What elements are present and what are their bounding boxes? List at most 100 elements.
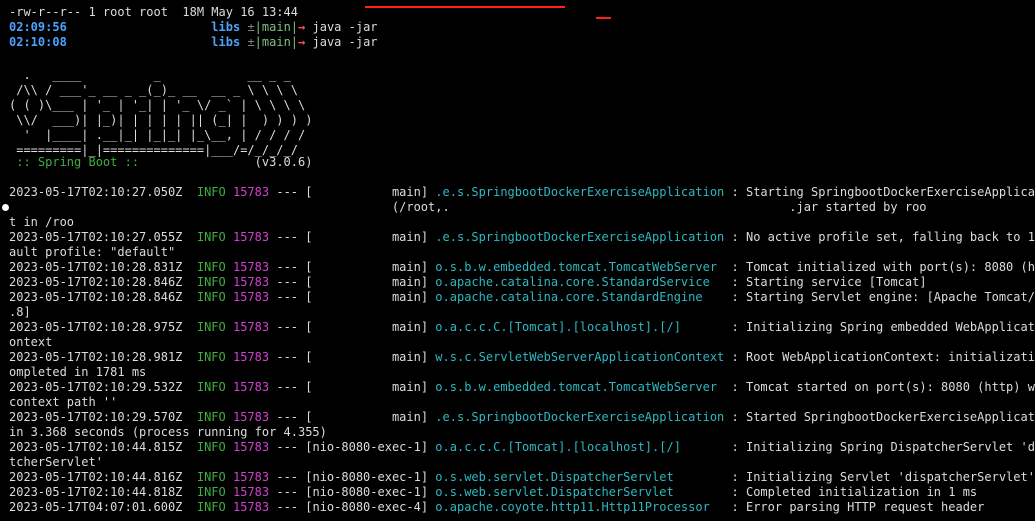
log-line: 2023-05-17T02:10:28.975Z INFO 15783 --- … (9, 320, 1035, 335)
log-timestamp: 2023-05-17T02:10:44.815Z (9, 440, 183, 454)
log-logger: .e.s.SpringbootDockerExerciseApplication (435, 230, 725, 244)
log-logger: o.s.b.w.embedded.tomcat.TomcatWebServer (435, 380, 725, 394)
log-thread: --- [ main] (276, 350, 429, 364)
prompt-dir: libs (211, 20, 241, 34)
log-timestamp: 2023-05-17T02:10:44.816Z (9, 470, 183, 484)
log-line: 2023-05-17T02:10:44.816Z INFO 15783 --- … (9, 470, 1035, 485)
log-message: : Tomcat initialized with port(s): 8080 … (731, 260, 1035, 274)
log-message: : Tomcat started on port(s): 8080 (http)… (731, 380, 1035, 394)
git-status-icon: ± (247, 35, 255, 49)
log-logger: o.a.c.c.C.[Tomcat].[localhost].[/] (435, 320, 725, 334)
log-level: INFO (196, 485, 226, 499)
log-thread: --- [ main] (276, 290, 429, 304)
log-logger: o.apache.coyote.http11.Http11Processor (435, 500, 725, 514)
log-line: 2023-05-17T02:10:28.846Z INFO 15783 --- … (9, 275, 927, 290)
log-pid: 15783 (232, 290, 270, 304)
log-message: : Initializing Servlet 'dispatcherServle… (731, 470, 1035, 484)
prompt-command: java -jar (312, 35, 378, 49)
scroll-marker-icon (2, 204, 9, 211)
prompt-line: 02:09:56 libs ±|main|→ java -jar (9, 20, 378, 35)
log-message: : Initializing Spring DispatcherServlet … (731, 440, 1035, 454)
prompt-dir: libs (211, 35, 241, 49)
log-continuation-line: .8] (9, 305, 31, 319)
log-line: 2023-05-17T02:10:44.818Z INFO 15783 --- … (9, 485, 977, 500)
log-timestamp: 2023-05-17T02:10:28.846Z (9, 290, 183, 304)
log-line: 2023-05-17T02:10:28.831Z INFO 15783 --- … (9, 260, 1035, 275)
log-timestamp: 2023-05-17T02:10:28.975Z (9, 320, 183, 334)
log-continuation-line: (/root,. .jar started by roo (9, 200, 927, 214)
log-thread: --- [nio-8080-exec-4] (276, 500, 429, 514)
log-line: 2023-05-17T02:10:28.981Z INFO 15783 --- … (9, 350, 1035, 365)
log-level: INFO (196, 320, 226, 334)
log-level: INFO (196, 380, 226, 394)
log-thread: --- [ main] (276, 260, 429, 274)
log-logger: o.s.web.servlet.DispatcherServlet (435, 485, 725, 499)
log-pid: 15783 (232, 260, 270, 274)
log-level: INFO (196, 470, 226, 484)
log-thread: --- [ main] (276, 380, 429, 394)
log-pid: 15783 (232, 185, 270, 199)
log-pid: 15783 (232, 275, 270, 289)
log-thread: --- [nio-8080-exec-1] (276, 440, 429, 454)
prompt-time: 02:09:56 (9, 20, 67, 34)
log-line: 2023-05-17T02:10:29.570Z INFO 15783 --- … (9, 410, 1035, 425)
log-timestamp: 2023-05-17T02:10:44.818Z (9, 485, 183, 499)
log-line: 2023-05-17T04:07:01.600Z INFO 15783 --- … (9, 500, 984, 515)
log-level: INFO (196, 185, 226, 199)
log-message: : Starting service [Tomcat] (731, 275, 927, 289)
log-logger: .e.s.SpringbootDockerExerciseApplication (435, 185, 725, 199)
log-timestamp: 2023-05-17T02:10:28.981Z (9, 350, 183, 364)
log-level: INFO (196, 290, 226, 304)
log-logger: w.s.c.ServletWebServerApplicationContext (435, 350, 725, 364)
log-line: 2023-05-17T02:10:44.815Z INFO 15783 --- … (9, 440, 1035, 455)
log-pid: 15783 (232, 380, 270, 394)
log-thread: --- [nio-8080-exec-1] (276, 470, 429, 484)
log-timestamp: 2023-05-17T02:10:27.050Z (9, 185, 183, 199)
log-pid: 15783 (232, 500, 270, 514)
log-level: INFO (196, 275, 226, 289)
git-status-icon: ± (247, 20, 255, 34)
log-line: 2023-05-17T02:10:27.050Z INFO 15783 --- … (9, 185, 1035, 200)
log-message: : No active profile set, falling back to… (731, 230, 1035, 244)
log-pid: 15783 (232, 470, 270, 484)
log-thread: --- [ main] (276, 410, 429, 424)
log-thread: --- [ main] (276, 185, 429, 199)
log-level: INFO (196, 230, 226, 244)
log-continuation-line: ault profile: "default" (9, 245, 176, 259)
log-level: INFO (196, 440, 226, 454)
log-thread: --- [nio-8080-exec-1] (276, 485, 429, 499)
log-logger: o.s.web.servlet.DispatcherServlet (435, 470, 725, 484)
log-continuation-line: tcherServlet' (9, 455, 103, 469)
terminal-window[interactable]: -rw-r--r-- 1 root root 18M May 16 13:44 … (0, 0, 1035, 521)
file-listing-line: -rw-r--r-- 1 root root 18M May 16 13:44 (9, 5, 298, 19)
log-continuation-line: context path '' (9, 395, 118, 409)
log-timestamp: 2023-05-17T02:10:28.831Z (9, 260, 183, 274)
log-message: : Starting SpringbootDockerExerciseAppli… (731, 185, 1035, 199)
spring-boot-version-line: :: Spring Boot :: (v3.0.6) (9, 155, 312, 170)
log-timestamp: 2023-05-17T04:07:01.600Z (9, 500, 183, 514)
redaction-mark (596, 17, 611, 19)
log-continuation-line: ontext (9, 335, 53, 349)
log-timestamp: 2023-05-17T02:10:29.532Z (9, 380, 183, 394)
log-timestamp: 2023-05-17T02:10:29.570Z (9, 410, 183, 424)
git-branch: |main| (254, 20, 299, 34)
log-timestamp: 2023-05-17T02:10:28.846Z (9, 275, 183, 289)
log-logger: o.apache.catalina.core.StandardEngine (435, 290, 725, 304)
prompt-time: 02:10:08 (9, 35, 67, 49)
prompt-arrow-icon: → (298, 35, 306, 49)
log-level: INFO (196, 500, 226, 514)
log-pid: 15783 (232, 320, 270, 334)
log-message: : Started SpringbootDockerExerciseApplic… (731, 410, 1035, 424)
log-level: INFO (196, 260, 226, 274)
log-pid: 15783 (232, 410, 270, 424)
log-timestamp: 2023-05-17T02:10:27.055Z (9, 230, 183, 244)
log-line: 2023-05-17T02:10:27.055Z INFO 15783 --- … (9, 230, 1035, 245)
log-message: : Starting Servlet engine: [Apache Tomca… (731, 290, 1035, 304)
log-pid: 15783 (232, 440, 270, 454)
log-pid: 15783 (232, 350, 270, 364)
log-line: 2023-05-17T02:10:29.532Z INFO 15783 --- … (9, 380, 1035, 395)
redaction-mark (365, 6, 565, 8)
log-continuation-line: t in /roo (9, 215, 75, 229)
log-level: INFO (196, 350, 226, 364)
log-message: : Completed initialization in 1 ms (731, 485, 978, 499)
